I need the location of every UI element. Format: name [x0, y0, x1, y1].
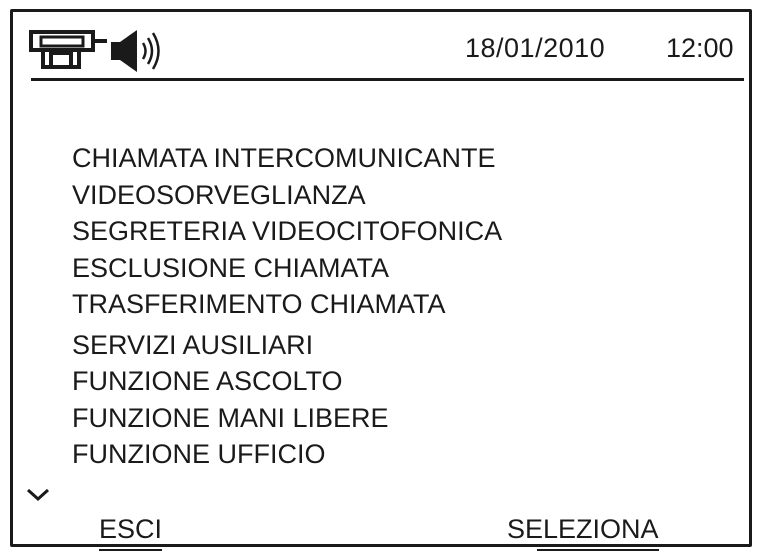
menu-item-segreteria-videocitofonica[interactable]: SEGRETERIA VIDEOCITOFONICA [72, 213, 502, 250]
main-menu: CHIAMATA INTERCOMUNICANTE VIDEOSORVEGLIA… [72, 140, 502, 473]
header-divider [31, 78, 744, 81]
esci-button[interactable]: ESCI [99, 514, 163, 551]
menu-item-funzione-mani-libere[interactable]: FUNZIONE MANI LIBERE [72, 400, 502, 437]
menu-item-videosorveglianza[interactable]: VIDEOSORVEGLIANZA [72, 177, 502, 214]
display-screen: 18/01/2010 12:00 CHIAMATA INTERCOMUNICAN… [10, 9, 752, 551]
status-bar: 18/01/2010 12:00 [13, 12, 749, 82]
esci-label: ESCI [99, 514, 163, 544]
seleziona-button[interactable]: SELEZIONA [507, 514, 659, 551]
menu-item-esclusione-chiamata[interactable]: ESCLUSIONE CHIAMATA [72, 250, 502, 287]
menu-item-servizi-ausiliari[interactable]: SERVIZI AUSILIARI [72, 327, 502, 364]
menu-item-funzione-ufficio[interactable]: FUNZIONE UFFICIO [72, 436, 502, 473]
menu-item-funzione-ascolto[interactable]: FUNZIONE ASCOLTO [72, 363, 502, 400]
menu-item-trasferimento-chiamata[interactable]: TRASFERIMENTO CHIAMATA [72, 286, 502, 323]
chevron-down-icon[interactable] [25, 486, 51, 504]
date-display: 18/01/2010 [465, 33, 606, 63]
esci-underline [99, 549, 163, 551]
seleziona-underline [537, 549, 659, 551]
intercom-icon [29, 30, 107, 69]
time-display: 12:00 [666, 33, 734, 63]
menu-item-chiamata-intercomunicante[interactable]: CHIAMATA INTERCOMUNICANTE [72, 140, 502, 177]
seleziona-label: SELEZIONA [507, 514, 659, 544]
speaker-icon [111, 30, 160, 72]
